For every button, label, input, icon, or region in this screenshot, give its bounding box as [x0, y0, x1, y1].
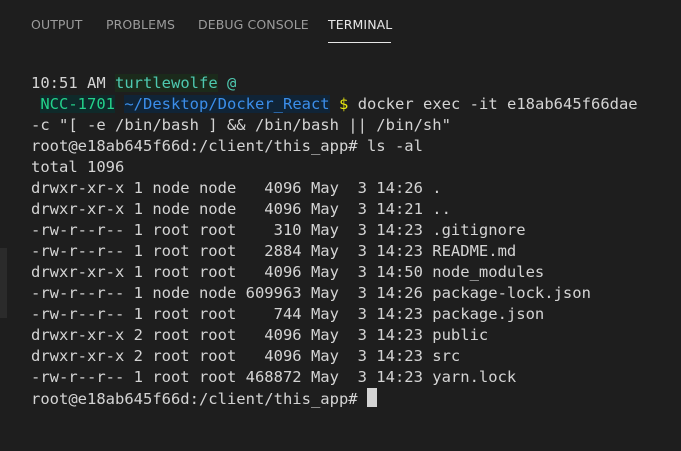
final-prompt-line: root@e18ab645f66d:/client/this_app# [31, 388, 377, 409]
panel-tab-bar: OUTPUT PROBLEMS DEBUG CONSOLE TERMINAL [0, 0, 681, 48]
terminal-cursor [366, 388, 377, 407]
prompt-at: @ [227, 74, 237, 92]
tab-debug-console[interactable]: DEBUG CONSOLE [198, 17, 309, 32]
ls-total: total 1096 [31, 158, 125, 176]
ls-entry-row: -rw-r--r-- 1 root root 310 May 3 14:23 .… [31, 221, 526, 239]
prompt-time: 10:51 AM [31, 74, 106, 92]
ls-entry-row: drwxr-xr-x 1 root root 4096 May 3 14:50 … [31, 263, 545, 281]
ls-entry-row: -rw-r--r-- 1 root root 2884 May 3 14:23 … [31, 242, 517, 260]
prompt-line-1: 10:51 AM turtlewolfe @ [31, 73, 236, 94]
container-prompt: root@e18ab645f66d:/client/this_app# [31, 390, 358, 408]
ls-entry-row: drwxr-xr-x 1 node node 4096 May 3 14:26 … [31, 179, 442, 197]
ls-entry-row: -rw-r--r-- 1 root root 468872 May 3 14:2… [31, 368, 517, 386]
terminal-output[interactable]: 10:51 AM turtlewolfe @ NCC-1701 ~/Deskto… [0, 70, 681, 451]
prompt-dollar: $ [339, 95, 349, 113]
command-continuation: -c "[ -e /bin/bash ] && /bin/bash || /bi… [31, 116, 451, 134]
ls-entry-row: drwxr-xr-x 2 root root 4096 May 3 14:23 … [31, 347, 461, 365]
tab-output[interactable]: OUTPUT [31, 17, 83, 32]
container-prompt: root@e18ab645f66d:/client/this_app# [31, 137, 358, 155]
prompt-host: NCC-1701 [40, 95, 115, 113]
ls-entry-row: drwxr-xr-x 2 root root 4096 May 3 14:23 … [31, 326, 489, 344]
active-tab-indicator [328, 42, 391, 43]
prompt-user: turtlewolfe [115, 74, 218, 92]
command-text: docker exec -it e18ab645f66dae [357, 95, 638, 113]
ls-command: ls -al [366, 137, 423, 155]
prompt-path: ~/Desktop/Docker_React [124, 95, 330, 113]
ls-entry-row: drwxr-xr-x 1 node node 4096 May 3 14:21 … [31, 200, 451, 218]
ls-entry-row: -rw-r--r-- 1 node node 609963 May 3 14:2… [31, 284, 591, 302]
ls-command-line: root@e18ab645f66d:/client/this_app# ls -… [31, 136, 423, 157]
prompt-line-2: NCC-1701 ~/Desktop/Docker_React $ docker… [31, 94, 638, 115]
tab-problems[interactable]: PROBLEMS [106, 17, 175, 32]
ls-entry-row: -rw-r--r-- 1 root root 744 May 3 14:23 p… [31, 305, 545, 323]
tab-terminal[interactable]: TERMINAL [328, 17, 392, 32]
